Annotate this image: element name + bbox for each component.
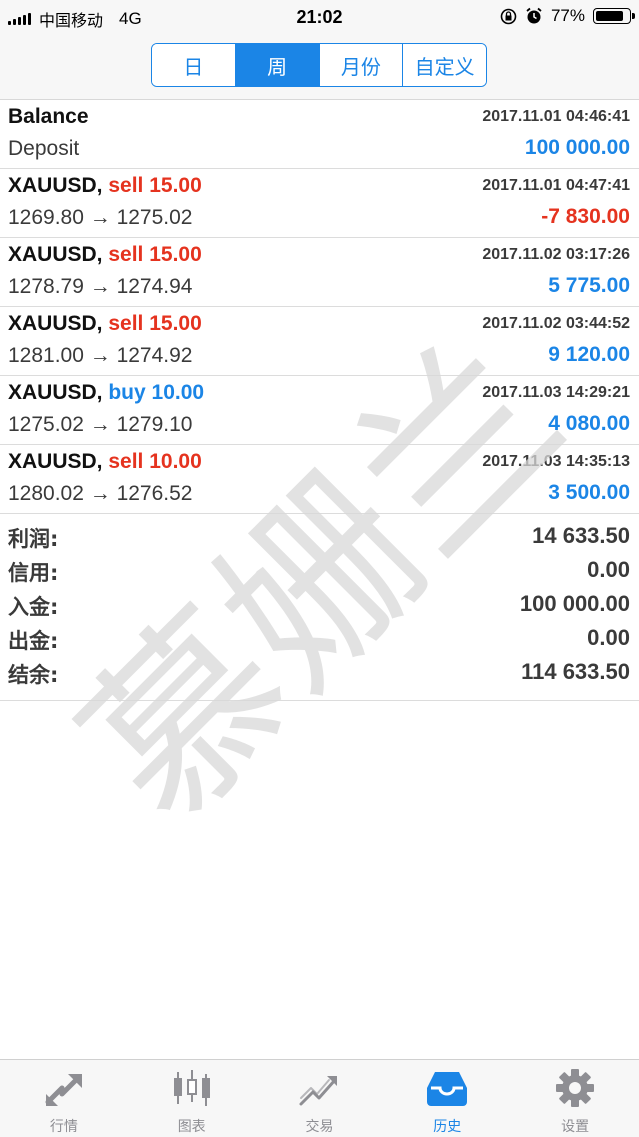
trade-symbol: XAUUSD, [8,174,103,197]
history-inbox-icon [427,1072,468,1106]
summary-value: 14 633.50 [532,523,630,548]
trade-profit: 4 080.00 [548,412,630,435]
trade-date: 2017.11.02 03:44:52 [482,315,630,332]
summary-value: 100 000.00 [519,591,630,616]
summary-row-withdrawal: 出金: 0.00 [0,619,639,653]
tab-trade[interactable]: 交易 [256,1060,384,1137]
trade-prices: 1280.02 → 1276.52 [8,482,193,505]
tab-history[interactable]: 历史 [383,1060,511,1137]
trade-symbol: XAUUSD, [8,450,103,473]
summary-row-profit: 利润: 14 633.50 [0,517,639,551]
battery-percent: 77% [550,6,585,25]
trade-symbol: XAUUSD, [8,243,103,266]
summary-label: 利润: [8,527,59,551]
summary-label: 结余: [8,663,59,687]
trade-profit: 9 120.00 [548,343,630,366]
trade-prices: 1281.00 → 1274.92 [8,344,193,367]
tab-quotes[interactable]: 行情 [0,1060,128,1137]
trade-side: sell 10.00 [108,450,202,473]
trade-icon [299,1076,338,1106]
trade-side: sell 15.00 [108,174,202,197]
gear-icon [556,1069,595,1107]
summary-row-balance: 结余: 114 633.50 [0,653,639,687]
trade-date: 2017.11.03 14:35:13 [482,453,630,470]
tab-label: 设置 [561,1119,590,1135]
trade-profit: 3 500.00 [548,481,630,504]
alarm-icon [526,7,542,24]
orientation-lock-icon [500,8,517,24]
segment-custom[interactable]: 自定义 [403,44,486,86]
trade-side: buy 10.00 [108,381,205,404]
tab-label: 图表 [177,1119,206,1135]
status-bar: 中国移动 4G 21:02 77% [0,0,639,34]
summary-label: 信用: [8,561,59,585]
trade-date: 2017.11.02 03:17:26 [482,246,630,263]
segment-month[interactable]: 月份 [319,44,404,86]
period-segmented-control: 日 周 月份 自定义 [151,43,487,87]
tab-charts[interactable]: 图表 [128,1060,256,1137]
summary-value: 0.00 [587,625,630,650]
status-right: 77% [500,6,635,26]
balance-title: Balance [8,105,89,128]
account-summary: 利润: 14 633.50 信用: 0.00 入金: 100 000.00 出金… [0,517,639,701]
segment-day[interactable]: 日 [152,44,236,86]
trade-prices: 1278.79 → 1274.94 [8,275,193,298]
tab-label: 行情 [49,1119,78,1135]
summary-row-credit: 信用: 0.00 [0,551,639,585]
segment-week[interactable]: 周 [235,44,320,86]
trade-row[interactable]: XAUUSD, sell 15.00 2017.11.02 03:44:52 1… [0,307,639,376]
history-list: Balance 2017.11.01 04:46:41 Deposit 100 … [0,100,639,514]
trade-row[interactable]: XAUUSD, sell 15.00 2017.11.01 04:47:41 1… [0,169,639,238]
trade-date: 2017.11.01 04:47:41 [482,177,630,194]
trade-symbol: XAUUSD, [8,312,103,335]
tab-settings[interactable]: 设置 [511,1060,639,1137]
trade-row[interactable]: XAUUSD, sell 10.00 2017.11.03 14:35:13 1… [0,445,639,514]
balance-row[interactable]: Balance 2017.11.01 04:46:41 Deposit 100 … [0,100,639,169]
bottom-tab-bar: 行情 图表 交易 历史 设置 [0,1059,639,1137]
candlestick-chart-icon [173,1070,210,1106]
quotes-icon [45,1074,82,1106]
tab-label: 历史 [433,1119,462,1135]
trade-profit: -7 830.00 [541,205,630,228]
trade-prices: 1275.02 → 1279.10 [8,413,193,436]
summary-value: 0.00 [587,557,630,582]
tab-label: 交易 [305,1119,334,1135]
trade-side: sell 15.00 [108,243,202,266]
period-filter-bar: 日 周 月份 自定义 [0,34,639,100]
summary-label: 入金: [8,595,59,619]
balance-date: 2017.11.01 04:46:41 [482,108,630,125]
trade-profit: 5 775.00 [548,274,630,297]
summary-value: 114 633.50 [521,659,630,684]
trade-row[interactable]: XAUUSD, buy 10.00 2017.11.03 14:29:21 12… [0,376,639,445]
summary-row-deposit: 入金: 100 000.00 [0,585,639,619]
trade-date: 2017.11.03 14:29:21 [482,384,630,401]
summary-label: 出金: [8,629,59,653]
trade-row[interactable]: XAUUSD, sell 15.00 2017.11.02 03:17:26 1… [0,238,639,307]
trade-side: sell 15.00 [108,312,202,335]
balance-amount: 100 000.00 [524,136,630,159]
trade-symbol: XAUUSD, [8,381,103,404]
balance-subtitle: Deposit [8,137,80,160]
trade-prices: 1269.80 → 1275.02 [8,206,193,229]
battery-icon [593,8,635,24]
